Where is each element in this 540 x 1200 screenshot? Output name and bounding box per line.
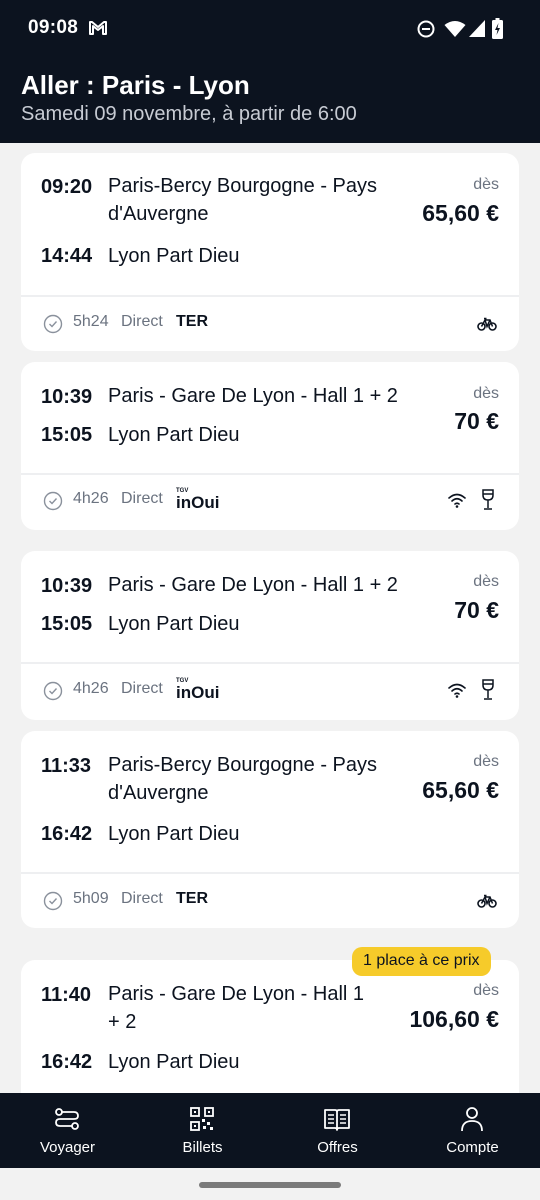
open-book-icon bbox=[324, 1109, 350, 1131]
arrival-station: Lyon Part Dieu bbox=[108, 245, 240, 267]
trip-price: 70 € bbox=[454, 408, 499, 434]
direct-label: Direct bbox=[121, 490, 163, 507]
trip-price: 65,60 € bbox=[422, 777, 499, 803]
bar-icon bbox=[482, 679, 494, 700]
direct-label: Direct bbox=[121, 680, 163, 697]
nav-item-billets[interactable]: Billets bbox=[135, 1093, 270, 1168]
arrival-station: Lyon Part Dieu bbox=[108, 1051, 240, 1073]
arrival-station: Lyon Part Dieu bbox=[108, 823, 240, 845]
clock-icon bbox=[43, 314, 63, 334]
tgv-inoui-logo: TGVinOui bbox=[176, 488, 219, 511]
train-type-label: TER bbox=[176, 890, 208, 907]
app-header: 09:08 Aller : Paris - Lyon Samedi 09 nov… bbox=[0, 0, 540, 143]
arrival-time: 16:42 bbox=[41, 1051, 93, 1073]
bike-icon bbox=[477, 894, 497, 908]
gmail-icon bbox=[89, 21, 107, 35]
trip-duration: 5h09 bbox=[73, 890, 109, 907]
nav-label: Voyager bbox=[39, 1139, 96, 1156]
trip-price: 106,60 € bbox=[409, 1006, 499, 1032]
nav-item-compte[interactable]: Compte bbox=[405, 1093, 540, 1168]
bike-icon bbox=[477, 317, 497, 331]
departure-station: Paris-Bercy Bourgogne - Pays d'Auvergne bbox=[108, 175, 378, 225]
bar-icon bbox=[482, 489, 494, 510]
card-divider bbox=[21, 295, 519, 297]
trip-duration: 5h24 bbox=[73, 313, 109, 330]
trip-price: 70 € bbox=[454, 597, 499, 623]
arrival-time: 15:05 bbox=[41, 424, 93, 446]
nav-label: Offres bbox=[317, 1139, 358, 1156]
trip-details: 5h24 Direct TER bbox=[21, 304, 519, 344]
departure-station: Paris - Gare De Lyon - Hall 1 + 2 bbox=[108, 385, 398, 407]
departure-time: 10:39 bbox=[41, 386, 93, 408]
page-title: Aller : Paris - Lyon bbox=[21, 70, 250, 100]
svg-text:inOui: inOui bbox=[176, 683, 219, 701]
tgv-inoui-logo: TGVinOui bbox=[176, 678, 219, 701]
trip-card[interactable]: 10:39 Paris - Gare De Lyon - Hall 1 + 2 … bbox=[21, 362, 519, 530]
wifi-icon bbox=[448, 683, 466, 698]
trip-card[interactable]: 10:39 Paris - Gare De Lyon - Hall 1 + 2 … bbox=[21, 551, 519, 720]
person-icon bbox=[461, 1107, 483, 1132]
arrival-time: 16:42 bbox=[41, 823, 93, 845]
card-divider bbox=[21, 473, 519, 475]
nav-label: Compte bbox=[446, 1139, 499, 1156]
nav-label: Billets bbox=[182, 1139, 223, 1156]
arrival-time: 14:44 bbox=[41, 245, 93, 267]
card-divider bbox=[21, 662, 519, 664]
direct-label: Direct bbox=[121, 313, 163, 330]
svg-text:inOui: inOui bbox=[176, 493, 219, 511]
departure-station: Paris - Gare De Lyon - Hall 1 + 2 bbox=[108, 983, 365, 1033]
departure-station: Paris - Gare De Lyon - Hall 1 + 2 bbox=[108, 574, 398, 596]
price-from-label: dès bbox=[473, 176, 499, 193]
trip-price: 65,60 € bbox=[422, 200, 499, 226]
bottom-navigation: Voyager Billets Offres Compte bbox=[0, 1093, 540, 1168]
card-divider bbox=[21, 872, 519, 874]
trip-card[interactable]: 11:40 Paris - Gare De Lyon - Hall 1 + 2 … bbox=[21, 960, 519, 1093]
do-not-disturb-icon bbox=[417, 20, 435, 38]
home-indicator[interactable] bbox=[199, 1182, 341, 1188]
departure-station: Paris-Bercy Bourgogne - Pays d'Auvergne bbox=[108, 754, 378, 804]
trip-details: 5h09 Direct TER bbox=[21, 881, 519, 921]
price-from-label: dès bbox=[473, 385, 499, 402]
qr-code-icon bbox=[190, 1107, 214, 1131]
trip-details: 4h26 Direct TGV inOui bbox=[21, 671, 519, 711]
clock-icon bbox=[43, 681, 63, 701]
wifi-icon bbox=[448, 493, 466, 508]
trip-card[interactable]: 11:33 Paris-Bercy Bourgogne - Pays d'Auv… bbox=[21, 731, 519, 928]
departure-time: 10:39 bbox=[41, 575, 93, 597]
train-type-label: TER bbox=[176, 313, 208, 330]
status-bar: 09:08 bbox=[0, 0, 540, 60]
gesture-bar bbox=[0, 1168, 540, 1200]
clock-icon bbox=[43, 891, 63, 911]
departure-time: 09:20 bbox=[41, 176, 93, 198]
wifi-signal-icon bbox=[444, 21, 466, 37]
price-from-label: dès bbox=[473, 753, 499, 770]
arrival-time: 15:05 bbox=[41, 613, 93, 635]
status-time: 09:08 bbox=[28, 17, 79, 38]
price-from-label: dès bbox=[473, 573, 499, 590]
trip-card[interactable]: 09:20 Paris-Bercy Bourgogne - Pays d'Auv… bbox=[21, 153, 519, 351]
route-icon bbox=[55, 1108, 79, 1130]
arrival-station: Lyon Part Dieu bbox=[108, 424, 240, 446]
nav-item-voyager[interactable]: Voyager bbox=[0, 1093, 135, 1168]
departure-time: 11:40 bbox=[41, 984, 92, 1006]
trip-list[interactable]: 09:20 Paris-Bercy Bourgogne - Pays d'Auv… bbox=[0, 143, 540, 1093]
trip-duration: 4h26 bbox=[73, 490, 109, 507]
page-subtitle: Samedi 09 novembre, à partir de 6:00 bbox=[21, 103, 357, 125]
trip-details: 4h26 Direct TGV inOui bbox=[21, 481, 519, 521]
cell-signal-icon bbox=[469, 20, 485, 37]
nav-item-offres[interactable]: Offres bbox=[270, 1093, 405, 1168]
price-from-label: dès bbox=[473, 982, 499, 999]
clock-icon bbox=[43, 491, 63, 511]
availability-badge: 1 place à ce prix bbox=[352, 947, 491, 976]
arrival-station: Lyon Part Dieu bbox=[108, 613, 240, 635]
departure-time: 11:33 bbox=[41, 755, 92, 777]
direct-label: Direct bbox=[121, 890, 163, 907]
trip-duration: 4h26 bbox=[73, 680, 109, 697]
battery-charging-icon bbox=[492, 18, 503, 39]
